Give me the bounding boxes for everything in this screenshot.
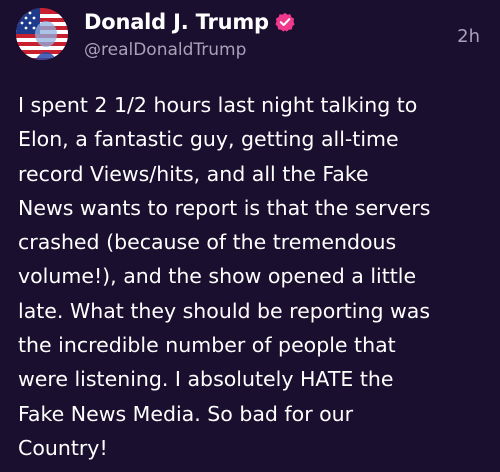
post-text-line: Fake News Media. So bad for our: [18, 401, 354, 426]
handle[interactable]: @realDonaldTrump: [84, 40, 246, 60]
flag-portrait-icon: [16, 8, 68, 60]
post-text-line: News wants to report is that the servers: [18, 195, 431, 220]
post-text: I spent 2 1/2 hours last night talking t…: [18, 88, 488, 465]
display-name-text: Donald J. Trump: [84, 10, 269, 34]
post-text-line: volume!), and the show opened a little: [18, 264, 417, 289]
display-name[interactable]: Donald J. Trump: [84, 10, 295, 34]
avatar[interactable]: [16, 8, 68, 60]
post-card: Donald J. Trump @realDonaldTrump 2h I sp…: [0, 0, 500, 472]
post-text-line: the incredible number of people that: [18, 333, 396, 358]
post-text-line: record Views/hits, and all the Fake: [18, 161, 369, 186]
post-text-line: late. What they should be reporting was: [18, 298, 431, 323]
post-text-line: I spent 2 1/2 hours last night talking t…: [18, 93, 418, 117]
post-text-line: crashed (because of the tremendous: [18, 230, 397, 255]
verified-badge-icon: [275, 12, 295, 32]
post-text-line: were listening. I absolutely HATE the: [18, 367, 394, 392]
post-text-line: Country!: [18, 435, 108, 460]
timestamp[interactable]: 2h: [457, 26, 480, 47]
post-text-line: Elon, a fantastic guy, getting all-time: [18, 127, 399, 152]
